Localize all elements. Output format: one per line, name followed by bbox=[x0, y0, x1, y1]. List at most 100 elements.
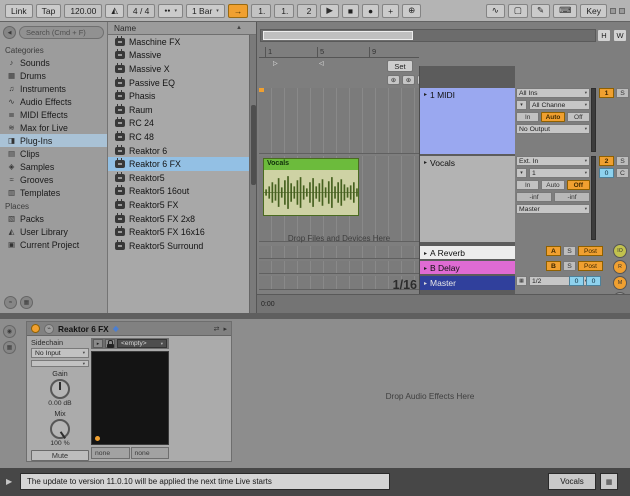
output-type-chooser[interactable]: No Output▾ bbox=[516, 124, 590, 134]
toggle-mixer-section[interactable]: M bbox=[613, 276, 627, 290]
monitor-off-button[interactable]: Off bbox=[567, 112, 590, 122]
track-header-midi[interactable]: ▸1 MIDI bbox=[420, 88, 515, 154]
preset-lock-button[interactable] bbox=[105, 339, 115, 348]
solo-button[interactable]: S bbox=[616, 156, 629, 166]
solo-button[interactable]: S bbox=[563, 246, 576, 256]
track-header-return-a[interactable]: ▸A Reverb bbox=[420, 246, 515, 259]
time-signature-display[interactable]: 4 / 4 bbox=[127, 4, 156, 18]
record-button[interactable]: ● bbox=[362, 4, 379, 18]
browser-collapse-button[interactable]: ◀ bbox=[3, 26, 16, 39]
sidebar-item[interactable]: ≈ Grooves bbox=[0, 173, 107, 186]
gain-knob[interactable] bbox=[50, 379, 70, 399]
plugin-list-item[interactable]: Reaktor 6 FX bbox=[108, 157, 256, 171]
parameter-slot[interactable]: none bbox=[91, 447, 130, 459]
file-manager-button[interactable]: ▦ bbox=[20, 296, 33, 309]
sidebar-item[interactable]: ◭ User Library bbox=[0, 225, 107, 238]
preset-chooser[interactable]: <empty>▾ bbox=[117, 339, 167, 348]
volume-field[interactable]: 0 bbox=[599, 168, 614, 178]
solo-button[interactable]: S bbox=[563, 261, 576, 271]
monitor-in-button[interactable]: In bbox=[516, 112, 539, 122]
sidechain-channel-chooser[interactable]: ▾ bbox=[31, 360, 89, 367]
plugin-list-item[interactable]: Massive X bbox=[108, 62, 256, 76]
hot-swap-icon[interactable]: ⇄ bbox=[214, 325, 220, 333]
plugin-list-item[interactable]: Raum bbox=[108, 103, 256, 117]
edit-pencil-button[interactable]: ✎ bbox=[531, 4, 550, 18]
sidechain-input-chooser[interactable]: No Input▾ bbox=[31, 348, 89, 358]
return-b-lane[interactable] bbox=[259, 261, 419, 274]
clip-waveform-area[interactable] bbox=[264, 170, 358, 215]
device-view-button[interactable]: ◉ bbox=[3, 325, 16, 338]
sidebar-item[interactable]: ▦ Drums bbox=[0, 69, 107, 82]
sidebar-item[interactable]: ≣ MIDI Effects bbox=[0, 108, 107, 121]
fold-icon[interactable]: ▸ bbox=[424, 159, 427, 240]
track-activator[interactable]: 2 bbox=[599, 156, 614, 166]
sidebar-item[interactable]: ◈ Samples bbox=[0, 160, 107, 173]
sidebar-item[interactable]: ▣ Current Project bbox=[0, 238, 107, 251]
automation-arm-button[interactable]: ∿ bbox=[486, 4, 505, 18]
optimize-height-button[interactable]: H bbox=[597, 29, 611, 42]
overdub-button[interactable]: + bbox=[382, 4, 399, 18]
plugin-list-item[interactable]: Reaktor5 16out bbox=[108, 185, 256, 199]
solo-button[interactable]: S bbox=[616, 88, 629, 98]
plugin-list-item[interactable]: Phasis bbox=[108, 89, 256, 103]
volume-field[interactable]: 0 bbox=[569, 276, 584, 286]
pre-post-toggle[interactable]: Post bbox=[578, 261, 603, 271]
sidebar-item[interactable]: ◨ Plug-Ins bbox=[0, 134, 107, 147]
monitor-auto-button[interactable]: Auto bbox=[541, 112, 564, 122]
sidebar-item[interactable]: ▤ Clips bbox=[0, 147, 107, 160]
vocals-audio-clip[interactable]: Vocals bbox=[263, 158, 359, 216]
computer-midi-keyboard-button[interactable]: ⌨ bbox=[553, 4, 577, 18]
input-type-chooser[interactable]: Ext. In▾ bbox=[516, 156, 590, 166]
pan-field[interactable]: C bbox=[616, 168, 629, 178]
toggle-in-out-section[interactable]: IO bbox=[613, 244, 627, 258]
sidebar-item[interactable]: ∿ Audio Effects bbox=[0, 95, 107, 108]
quantize-value-menu[interactable]: 1 Bar▾ bbox=[186, 4, 225, 18]
meter-peak-left[interactable]: -inf bbox=[516, 192, 552, 202]
track-header-vocals[interactable]: ▸Vocals bbox=[420, 156, 515, 242]
list-header[interactable]: Name ▲ bbox=[108, 22, 256, 35]
midi-track-lane[interactable] bbox=[259, 88, 419, 154]
plugin-list-item[interactable]: Reaktor5 FX 16x16 bbox=[108, 225, 256, 239]
input-channel-chooser[interactable]: All Channe▾ bbox=[529, 100, 590, 110]
beat-time-ruler[interactable]: 1 5 9 bbox=[259, 46, 419, 58]
parameter-slot[interactable]: none bbox=[131, 447, 170, 459]
output-type-chooser[interactable]: Master▾ bbox=[516, 204, 590, 214]
sidebar-item[interactable]: ♫ Instruments bbox=[0, 82, 107, 95]
sidebar-item[interactable]: ♪ Sounds bbox=[0, 56, 107, 69]
tempo-display[interactable]: 120.00 bbox=[64, 4, 102, 18]
mix-knob[interactable] bbox=[50, 419, 70, 439]
sidebar-item[interactable]: ▥ Templates bbox=[0, 186, 107, 199]
device-title-bar[interactable]: ⌁ Reaktor 6 FX ◆ ⇄ ▸ bbox=[27, 322, 231, 336]
input-channel-chooser[interactable]: 1▾ bbox=[529, 168, 590, 178]
monitor-off-button[interactable]: Off bbox=[567, 180, 590, 190]
plugin-list-item[interactable]: Reaktor5 bbox=[108, 171, 256, 185]
overview-viewport[interactable] bbox=[263, 31, 413, 40]
plugin-list-item[interactable]: RC 48 bbox=[108, 130, 256, 144]
fold-icon[interactable]: ▸ bbox=[424, 250, 427, 257]
track-header-master[interactable]: ▸Master bbox=[420, 276, 515, 290]
optimize-width-button[interactable]: W bbox=[613, 29, 627, 42]
plugin-list-item[interactable]: Reaktor5 FX bbox=[108, 198, 256, 212]
track-io-indicator[interactable]: ▦ bbox=[600, 473, 618, 490]
position-bars[interactable]: 1. bbox=[251, 4, 271, 18]
fold-icon[interactable]: ▸ bbox=[424, 280, 427, 287]
info-view-toggle[interactable]: ▶ bbox=[6, 477, 12, 486]
meter-peak-right[interactable]: -inf bbox=[554, 192, 590, 202]
clip-title[interactable]: Vocals bbox=[264, 159, 358, 170]
metronome-button[interactable]: ◭ bbox=[105, 4, 124, 18]
search-input[interactable] bbox=[19, 26, 104, 39]
key-map-button[interactable]: Key bbox=[580, 4, 607, 18]
sidebar-item[interactable]: ≋ Max for Live bbox=[0, 121, 107, 134]
position-beats[interactable]: 1. bbox=[274, 4, 294, 18]
track-header-return-b[interactable]: ▸B Delay bbox=[420, 261, 515, 274]
track-activator[interactable]: 1 bbox=[599, 88, 614, 98]
pan-field[interactable]: 0 bbox=[586, 276, 601, 286]
device-activator-button[interactable] bbox=[31, 324, 40, 333]
fold-icon[interactable]: ▸ bbox=[424, 265, 427, 272]
plugin-parameter-display[interactable] bbox=[91, 351, 169, 445]
fold-icon[interactable]: ▸ bbox=[424, 91, 427, 152]
return-a-lane[interactable] bbox=[259, 246, 419, 259]
follow-button[interactable]: → bbox=[228, 4, 249, 18]
position-sixteenths[interactable]: 2 bbox=[297, 4, 317, 18]
plugin-list-item[interactable]: Passive EQ bbox=[108, 76, 256, 90]
